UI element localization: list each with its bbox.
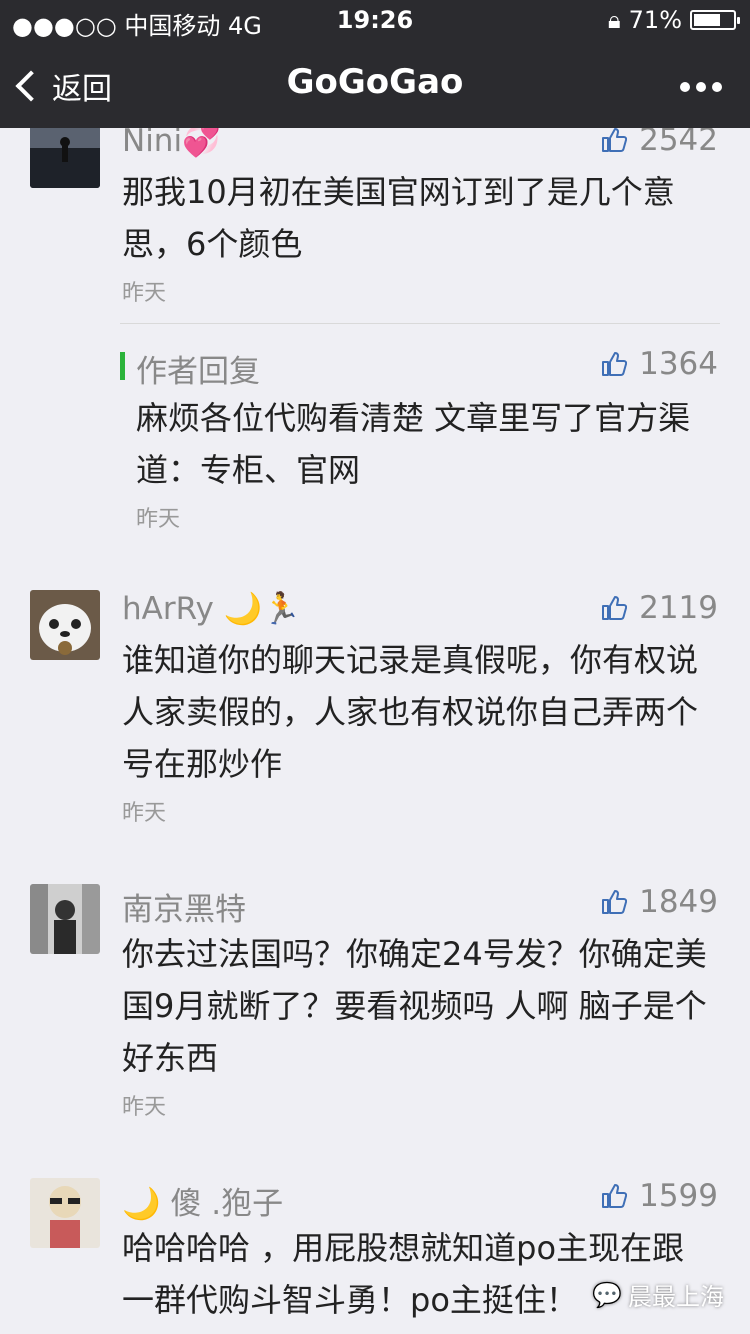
like-count: 2119: [639, 590, 718, 626]
reply-text: 麻烦各位代购看清楚 文章里写了官方渠道：专柜、官网: [136, 399, 691, 489]
like-button[interactable]: 1364: [601, 346, 718, 382]
reply-time: 昨天: [136, 507, 181, 532]
comment-author[interactable]: 🌙 傻 .狍子: [122, 1178, 283, 1223]
comment-author[interactable]: 南京黑特: [122, 884, 246, 929]
avatar[interactable]: [30, 590, 100, 660]
comment-text: 谁知道你的聊天记录是真假呢，你有权说人家卖假的，人家也有权说你自己弄两个号在那炒…: [122, 641, 699, 783]
more-dot-icon: [696, 82, 706, 92]
battery-fill: [694, 14, 720, 26]
more-dot-icon: [712, 82, 722, 92]
like-button[interactable]: 2119: [601, 590, 718, 626]
avatar[interactable]: [30, 128, 100, 188]
thumbs-up-icon: [602, 128, 628, 152]
watermark-text: 晨最上海: [628, 1283, 724, 1311]
reply-accent-bar: [120, 352, 125, 380]
rotation-lock-icon: 🔒︎: [607, 6, 621, 34]
avatar[interactable]: [30, 1178, 100, 1248]
like-button[interactable]: 1599: [601, 1178, 718, 1214]
comment-text: 你去过法国吗？你确定24号发？你确定美国9月就断了？要看视频吗 人啊 脑子是个好…: [122, 935, 707, 1077]
comment-author[interactable]: Nini💞: [122, 128, 221, 159]
like-count: 1849: [639, 884, 718, 920]
status-bar: ●●●○○ 中国移动 4G 19:26 🔒︎ 71%: [0, 0, 750, 40]
comment-author[interactable]: hArRy 🌙🏃: [122, 590, 301, 627]
like-button[interactable]: 2542: [601, 128, 718, 158]
status-right: 🔒︎ 71%: [607, 6, 740, 34]
thumbs-up-icon: [602, 352, 628, 376]
divider: [120, 323, 720, 324]
comment-time: 昨天: [122, 1095, 167, 1120]
like-count: 1599: [639, 1178, 718, 1214]
wechat-icon: 💬: [592, 1280, 622, 1309]
like-count: 1364: [639, 346, 718, 382]
page-title: GoGoGao: [286, 62, 464, 102]
more-button[interactable]: [680, 82, 722, 92]
like-count: 2542: [639, 128, 718, 158]
comment-list[interactable]: Nini💞 2542 那我10月初在美国官网订到了是几个意思，6个颜色 昨天 作…: [0, 128, 750, 1334]
comment-text: 那我10月初在美国官网订到了是几个意思，6个颜色: [122, 173, 675, 263]
author-reply-label: 作者回复: [136, 354, 260, 390]
thumbs-up-icon: [602, 596, 628, 620]
comment-time: 昨天: [122, 801, 167, 826]
like-button[interactable]: 1849: [601, 884, 718, 920]
battery-percent: 71%: [628, 6, 682, 34]
watermark: 💬 晨最上海: [592, 1277, 724, 1312]
thumbs-up-icon: [602, 890, 628, 914]
thumbs-up-icon: [602, 1184, 628, 1208]
avatar[interactable]: [30, 884, 100, 954]
more-dot-icon: [680, 82, 690, 92]
nav-bar: 返回 GoGoGao: [0, 40, 750, 128]
battery-icon: [690, 10, 740, 30]
comment-time: 昨天: [122, 281, 167, 306]
